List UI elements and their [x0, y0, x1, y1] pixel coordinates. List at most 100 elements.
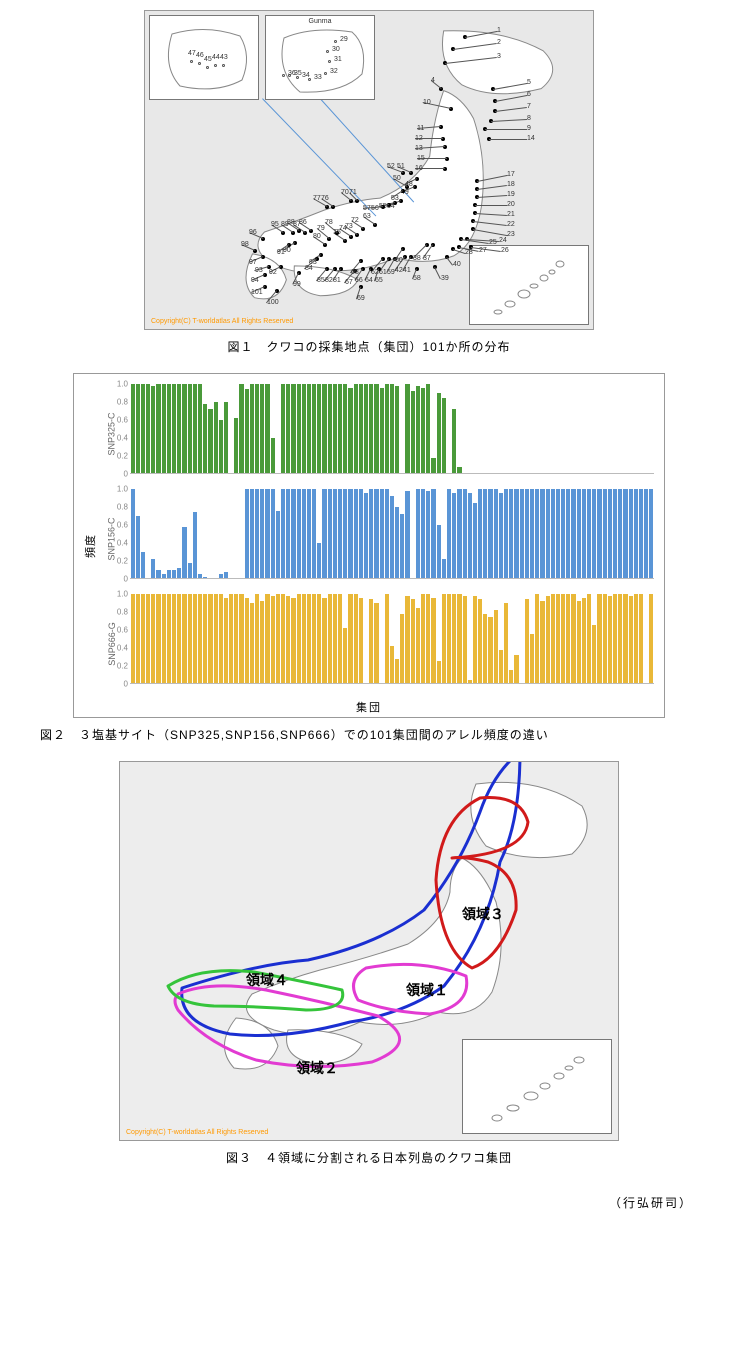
- bar-SNP666-G: [395, 659, 399, 684]
- bar-SNP156-C: [546, 489, 550, 579]
- leader-line-icon: [445, 57, 497, 64]
- axis-line-icon: [130, 683, 654, 684]
- panel-snp325: SNP325-C 00.20.40.60.81.0: [130, 384, 654, 484]
- bar-SNP156-C: [478, 489, 482, 579]
- collection-point-label: 28: [465, 249, 473, 256]
- bar-SNP666-G: [136, 594, 140, 684]
- panel-snp666-bars: [130, 594, 654, 684]
- bar-SNP156-C: [649, 489, 653, 579]
- bar-SNP156-C: [597, 489, 601, 579]
- axis-line-icon: [130, 578, 654, 579]
- bar-SNP666-G: [229, 594, 233, 684]
- bar-SNP666-G: [499, 650, 503, 684]
- collection-point-label: 27: [479, 247, 487, 254]
- bar-SNP325-C: [141, 384, 145, 474]
- collection-point-label: 81: [333, 277, 341, 284]
- region-label-1: 領域１: [406, 980, 448, 1000]
- bar-SNP666-G: [322, 598, 326, 684]
- bar-SNP156-C: [343, 489, 347, 579]
- bar-SNP325-C: [343, 384, 347, 474]
- leader-line-icon: [453, 249, 465, 254]
- bar-SNP156-C: [255, 489, 259, 579]
- bar-SNP325-C: [214, 402, 218, 474]
- bar-SNP156-C: [312, 489, 316, 579]
- bar-SNP666-G: [442, 594, 446, 684]
- collection-point-label: 91: [277, 249, 285, 256]
- y-tick: 0: [124, 470, 128, 479]
- bar-SNP666-G: [509, 670, 513, 684]
- collection-point-label: 7: [527, 103, 531, 110]
- collection-point-label: 96: [249, 229, 257, 236]
- bar-SNP666-G: [634, 594, 638, 684]
- bar-SNP666-G: [608, 596, 612, 684]
- leader-line-icon: [495, 95, 527, 102]
- bar-SNP325-C: [385, 384, 389, 474]
- bar-SNP666-G: [224, 598, 228, 684]
- y-tick: 0: [124, 575, 128, 584]
- bar-SNP666-G: [623, 594, 627, 684]
- bar-SNP156-C: [421, 489, 425, 579]
- collection-point-label: 6: [527, 91, 531, 98]
- bar-SNP156-C: [608, 489, 612, 579]
- collection-point-label: 25: [489, 239, 497, 246]
- bar-SNP666-G: [411, 599, 415, 684]
- bar-SNP156-C: [488, 489, 492, 579]
- bar-SNP325-C: [250, 384, 254, 474]
- bar-SNP325-C: [156, 384, 160, 474]
- collection-point-label: 50: [393, 175, 401, 182]
- collection-point-label: 1: [497, 27, 501, 34]
- figure-1-caption: 図１ クワコの採集地点（集団）101か所の分布: [0, 338, 738, 355]
- figure-3-frame: 領域１ 領域２ 領域３ 領域４ Copyright(C) T-worldatla…: [119, 761, 619, 1141]
- bar-SNP156-C: [400, 514, 404, 579]
- collection-point-label: 58: [413, 275, 421, 282]
- collection-point-label: 18: [507, 181, 515, 188]
- bar-SNP666-G: [426, 594, 430, 684]
- figure-2-ylabel: 頻度: [82, 534, 98, 558]
- collection-point-label: 80: [313, 233, 321, 240]
- collection-point-label: 59: [387, 269, 395, 276]
- bar-SNP156-C: [307, 489, 311, 579]
- bar-SNP156-C: [302, 489, 306, 579]
- bar-SNP325-C: [281, 384, 285, 474]
- bar-SNP666-G: [162, 594, 166, 684]
- bar-SNP156-C: [182, 527, 186, 579]
- leader-line-icon: [485, 129, 527, 130]
- bar-SNP666-G: [535, 594, 539, 684]
- bar-SNP666-G: [463, 596, 467, 684]
- bar-SNP156-C: [151, 559, 155, 579]
- y-tick: 0.4: [117, 434, 128, 443]
- bar-SNP666-G: [556, 594, 560, 684]
- bar-SNP325-C: [348, 388, 352, 474]
- bar-SNP666-G: [214, 594, 218, 684]
- collection-point-label: 79: [317, 225, 325, 232]
- bar-SNP325-C: [286, 384, 290, 474]
- bar-SNP666-G: [167, 594, 171, 684]
- bar-SNP156-C: [540, 489, 544, 579]
- bar-SNP156-C: [431, 489, 435, 579]
- bar-SNP156-C: [587, 489, 591, 579]
- bar-SNP325-C: [136, 384, 140, 474]
- y-tick: 0.8: [117, 398, 128, 407]
- bar-SNP666-G: [437, 661, 441, 684]
- bar-SNP666-G: [312, 594, 316, 684]
- bar-SNP325-C: [146, 384, 150, 474]
- collection-point-label: 52: [387, 163, 395, 170]
- leader-line-icon: [473, 221, 507, 226]
- bar-SNP666-G: [390, 646, 394, 684]
- bar-SNP666-G: [343, 628, 347, 684]
- bar-SNP666-G: [265, 594, 269, 684]
- bar-SNP156-C: [530, 489, 534, 579]
- bar-SNP156-C: [188, 563, 192, 579]
- bar-SNP156-C: [291, 489, 295, 579]
- bar-SNP156-C: [426, 491, 430, 579]
- bar-SNP666-G: [431, 598, 435, 684]
- panel-snp666-ticks: 00.20.40.60.81.0: [106, 594, 128, 684]
- figure-3: 領域１ 領域２ 領域３ 領域４ Copyright(C) T-worldatla…: [0, 761, 738, 1166]
- bar-SNP666-G: [182, 594, 186, 684]
- bar-SNP666-G: [566, 594, 570, 684]
- bar-SNP666-G: [297, 594, 301, 684]
- collection-point-label: 3: [497, 53, 501, 60]
- bar-SNP156-C: [260, 489, 264, 579]
- collection-point-label: 89: [281, 221, 289, 228]
- leader-line-icon: [453, 43, 497, 50]
